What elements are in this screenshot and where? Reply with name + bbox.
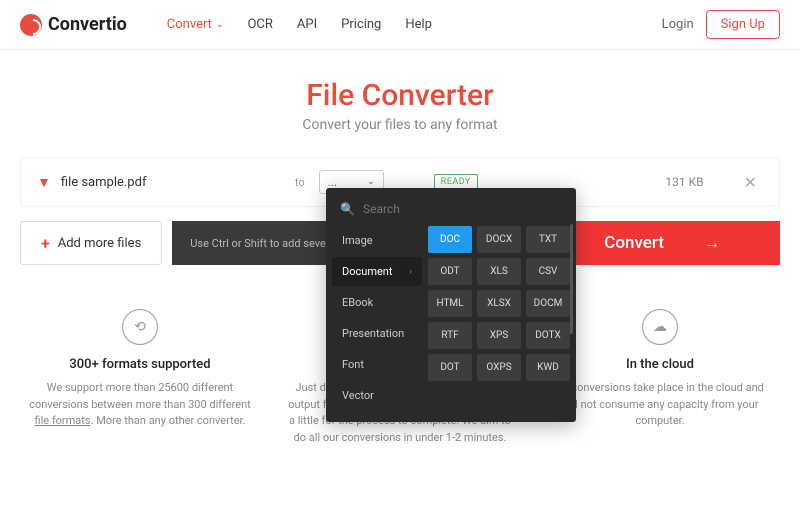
- login-link[interactable]: Login: [662, 17, 694, 32]
- pdf-icon: ▼: [37, 174, 51, 191]
- format-option[interactable]: ODT: [428, 258, 472, 285]
- nav-convert[interactable]: Convert⌄: [167, 17, 224, 32]
- file-size: 131 KB: [665, 175, 703, 189]
- signup-button[interactable]: Sign Up: [706, 10, 780, 39]
- main-nav: Convert⌄ OCR API Pricing Help: [167, 17, 432, 32]
- convert-label: Convert: [604, 233, 664, 253]
- format-option[interactable]: DOTX: [526, 322, 570, 349]
- format-option[interactable]: DOC: [428, 226, 472, 253]
- category-item[interactable]: Document›: [332, 257, 422, 286]
- format-dropdown: 🔍 ImageDocument›EBookPresentationFontVec…: [326, 188, 576, 422]
- format-option[interactable]: OXPS: [477, 354, 521, 381]
- nav-ocr[interactable]: OCR: [247, 17, 272, 32]
- page-title: File Converter: [0, 78, 800, 113]
- nav-help[interactable]: Help: [405, 17, 432, 32]
- chevron-down-icon: ⌄: [216, 20, 224, 30]
- cloud-icon: ☁: [642, 309, 678, 345]
- feature-desc: All conversions take place in the cloud …: [540, 380, 780, 430]
- format-option[interactable]: KWD: [526, 354, 570, 381]
- brand-name: Convertio: [48, 14, 127, 35]
- format-option[interactable]: TXT: [526, 226, 570, 253]
- dropdown-search-input[interactable]: [363, 202, 562, 216]
- add-more-button[interactable]: + Add more files: [20, 221, 162, 265]
- feature-title: 300+ formats supported: [20, 357, 260, 372]
- category-item[interactable]: EBook: [332, 288, 422, 317]
- search-icon: 🔍: [340, 202, 355, 216]
- refresh-icon: ⟲: [122, 309, 158, 345]
- logo[interactable]: Convertio: [20, 14, 127, 36]
- dropdown-search-row: 🔍: [326, 196, 576, 222]
- format-option[interactable]: HTML: [428, 290, 472, 317]
- auth-area: Login Sign Up: [662, 10, 780, 39]
- nav-pricing[interactable]: Pricing: [341, 17, 381, 32]
- feature-formats: ⟲ 300+ formats supported We support more…: [20, 309, 260, 446]
- format-option[interactable]: DOT: [428, 354, 472, 381]
- logo-icon: [20, 14, 42, 36]
- nav-api[interactable]: API: [297, 17, 317, 32]
- category-item[interactable]: Presentation: [332, 319, 422, 348]
- page-subtitle: Convert your files to any format: [0, 117, 800, 133]
- category-list: ImageDocument›EBookPresentationFontVecto…: [332, 226, 422, 410]
- format-option[interactable]: CSV: [526, 258, 570, 285]
- add-more-label: Add more files: [58, 236, 142, 251]
- convert-button[interactable]: Convert →: [544, 221, 780, 265]
- format-option[interactable]: XLSX: [477, 290, 521, 317]
- file-formats-link[interactable]: file formats: [34, 414, 90, 427]
- category-item[interactable]: Vector: [332, 381, 422, 410]
- feature-cloud: ☁ In the cloud All conversions take plac…: [540, 309, 780, 446]
- to-label: to: [295, 176, 305, 189]
- filename: file sample.pdf: [61, 175, 281, 190]
- header: Convertio Convert⌄ OCR API Pricing Help …: [0, 0, 800, 50]
- format-option[interactable]: XLS: [477, 258, 521, 285]
- format-value: ...: [328, 175, 338, 189]
- format-option[interactable]: XPS: [477, 322, 521, 349]
- plus-icon: +: [41, 234, 50, 253]
- chevron-down-icon: ⌄: [367, 177, 375, 187]
- arrow-right-icon: →: [704, 233, 720, 253]
- category-item[interactable]: Font: [332, 350, 422, 379]
- format-option[interactable]: DOCX: [477, 226, 521, 253]
- feature-desc: We support more than 25600 different con…: [20, 380, 260, 430]
- scrollbar[interactable]: [570, 224, 573, 334]
- chevron-right-icon: ›: [409, 267, 412, 277]
- format-option[interactable]: DOCM: [526, 290, 570, 317]
- format-option[interactable]: RTF: [428, 322, 472, 349]
- category-item[interactable]: Image: [332, 226, 422, 255]
- close-icon[interactable]: ✕: [744, 173, 757, 192]
- hero: File Converter Convert your files to any…: [0, 50, 800, 145]
- format-grid: DOCDOCXTXT ODTXLSCSV HTMLXLSXDOCM RTFXPSDOT…: [422, 226, 570, 410]
- feature-title: In the cloud: [540, 357, 780, 372]
